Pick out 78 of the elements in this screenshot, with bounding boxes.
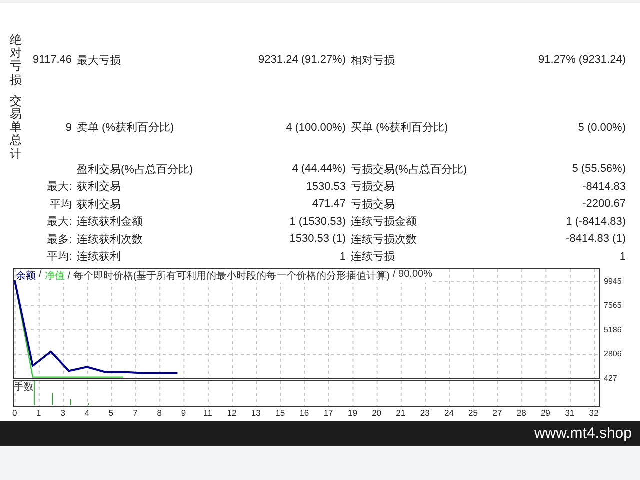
axis-label: 3	[60, 408, 66, 418]
legend-text: / 90.00%	[393, 268, 432, 282]
stat-value: 1	[618, 250, 626, 263]
axis-label: 24	[444, 408, 454, 418]
legend-label: 净值	[44, 270, 65, 283]
axis-label: 27	[492, 408, 502, 418]
stat-value: 4 (100.00%)	[285, 122, 346, 134]
stat-value: 最大:	[46, 180, 72, 194]
group-label: 交易单总计	[10, 94, 22, 161]
stat-value: 5 (0.00%)	[577, 122, 626, 134]
stat-label: 盈利交易(%占总百分比)	[76, 162, 194, 177]
axis-label: 28	[516, 408, 526, 418]
stat-value: 1 (1530.53)	[288, 216, 346, 228]
stat-value: 471.47	[311, 198, 346, 210]
axis-label: 7565	[604, 300, 622, 310]
stat-label: 连续获利次数	[76, 232, 144, 247]
legend-text: /	[39, 268, 42, 282]
stat-label: 获利交易	[76, 198, 122, 212]
stat-value: 1530.53 (1)	[288, 233, 346, 246]
stat-value: -8414.83 (1)	[565, 233, 626, 246]
axis-label: 16	[300, 408, 310, 418]
axis-label: 12	[227, 408, 237, 418]
stat-label: 连续获利金额	[76, 214, 144, 230]
axis-label: 8	[157, 408, 162, 418]
axis-label: 427	[604, 374, 618, 383]
axis-label: 29	[540, 408, 550, 418]
axis-label: 20	[372, 408, 382, 418]
stat-value: 5 (55.56%)	[571, 163, 626, 176]
axis-label: 2806	[604, 349, 622, 358]
stat-label: 获利交易	[76, 180, 122, 194]
stat-value: 91.27% (9231.24)	[538, 54, 626, 66]
axis-label: 7	[133, 408, 138, 418]
axis-label: 13	[251, 408, 261, 418]
legend-text: / 每个即时价格(基于所有可利用的最小时段的每一个价格的分形插值计算)	[68, 270, 390, 283]
stat-label: 连续亏损	[350, 250, 396, 264]
stat-label: 最大亏损	[76, 54, 122, 68]
stat-value: 平均:	[46, 250, 72, 264]
group-label: 绝对亏损	[10, 34, 22, 87]
stat-value: 最多:	[46, 232, 72, 247]
stat-value: 9117.46	[32, 54, 72, 66]
stat-label: 买单 (%获利百分比)	[350, 121, 450, 136]
stat-value: 最大:	[46, 215, 72, 230]
axis-label: 4	[84, 408, 90, 418]
axis-label: 5186	[604, 325, 622, 334]
stat-label: 亏损交易(%占总百分比)	[350, 162, 468, 177]
stat-value: -8414.83	[582, 180, 626, 193]
axis-label: 11	[204, 408, 212, 418]
stat-label: 连续亏损次数	[350, 232, 418, 247]
axis-label: 1	[36, 408, 42, 418]
axis-label: 15	[276, 408, 286, 418]
axis-label: 21	[396, 408, 406, 418]
axis-label: 32	[589, 408, 599, 418]
legend-label: 余额	[16, 270, 36, 283]
axis-label: 0	[12, 408, 18, 418]
stat-value: 4 (44.44%)	[291, 163, 346, 176]
axis-label: 9945	[604, 276, 622, 286]
axis-label: 17	[324, 408, 334, 418]
axis-label: 31	[565, 408, 575, 418]
stat-value: -2200.67	[582, 198, 626, 210]
axis-label: 5	[108, 408, 114, 418]
stat-label: 卖单 (%获利百分比)	[76, 121, 176, 136]
volume-label: 手数	[14, 382, 34, 393]
stat-label: 亏损交易	[350, 198, 396, 212]
axis-label: 9	[181, 408, 186, 418]
stat-value: 9	[64, 122, 72, 134]
stat-value: 平均	[49, 198, 72, 212]
stat-value: 1 (-8414.83)	[565, 216, 626, 228]
stat-label: 相对亏损	[350, 54, 396, 68]
site-address: www.mt4.shop	[534, 425, 632, 442]
axis-label: 23	[420, 408, 430, 418]
stat-label: 连续亏损金额	[350, 214, 418, 230]
stat-label: 连续获利	[76, 250, 122, 264]
stat-value: 1530.53	[305, 180, 346, 193]
axis-label: 25	[468, 408, 478, 418]
axis-label: 19	[348, 408, 358, 418]
stat-value: 9231.24 (91.27%)	[258, 54, 346, 66]
stat-label: 亏损交易	[350, 180, 396, 194]
stat-value: 1	[338, 250, 346, 263]
